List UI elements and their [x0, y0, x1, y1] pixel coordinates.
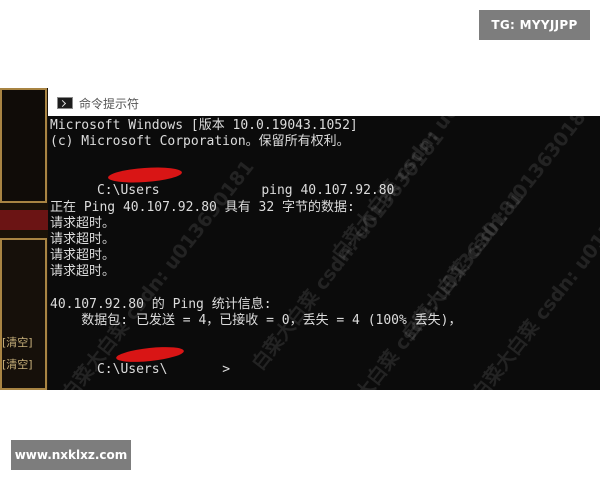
background-app-frame [0, 88, 47, 203]
console-line: 40.107.92.80 的 Ping 统计信息: [50, 297, 272, 312]
console-prompt-line: C:\Users ping 40.107.92.80 [50, 165, 598, 198]
clear-button[interactable]: [清空] [2, 334, 36, 351]
console-line: 正在 Ping 40.107.92.80 具有 32 字节的数据: [50, 200, 355, 215]
console-line: 请求超时。 [50, 248, 116, 263]
tg-watermark-badge: TG: MYYJJPP [479, 10, 590, 40]
redaction-mark [107, 165, 183, 185]
background-app-panel: [清空] [清空] [0, 88, 48, 390]
console-line: 数据包: 已发送 = 4，已接收 = 0，丢失 = 4 (100% 丢失)， [50, 313, 462, 328]
background-app-frame-lower: [清空] [清空] [0, 238, 47, 390]
console-line: 请求超时。 [50, 232, 116, 247]
console-line: 请求超时。 [50, 264, 116, 279]
console-output[interactable]: 白菜大白菜 csdn: u013630181 白菜大白菜 csdn: u0136… [48, 116, 600, 390]
console-line: (c) Microsoft Corporation。保留所有权利。 [50, 134, 350, 149]
console-line: Microsoft Windows [版本 10.0.19043.1052] [50, 118, 358, 133]
console-line: 请求超时。 [50, 216, 116, 231]
window-title: 命令提示符 [79, 96, 140, 111]
site-watermark-badge: www.nxklxz.com [11, 440, 131, 470]
background-app-red-bar [0, 210, 48, 230]
cmd-title-bar[interactable]: 命令提示符 [48, 90, 600, 116]
cmd-icon [57, 97, 73, 109]
clear-button[interactable]: [清空] [2, 356, 36, 373]
console-lines: Microsoft Windows [版本 10.0.19043.1052] (… [50, 118, 598, 377]
console-prompt-line: C:\Users\ > [50, 344, 598, 377]
console-prompt-text: C:\Users\ > [96, 362, 231, 377]
